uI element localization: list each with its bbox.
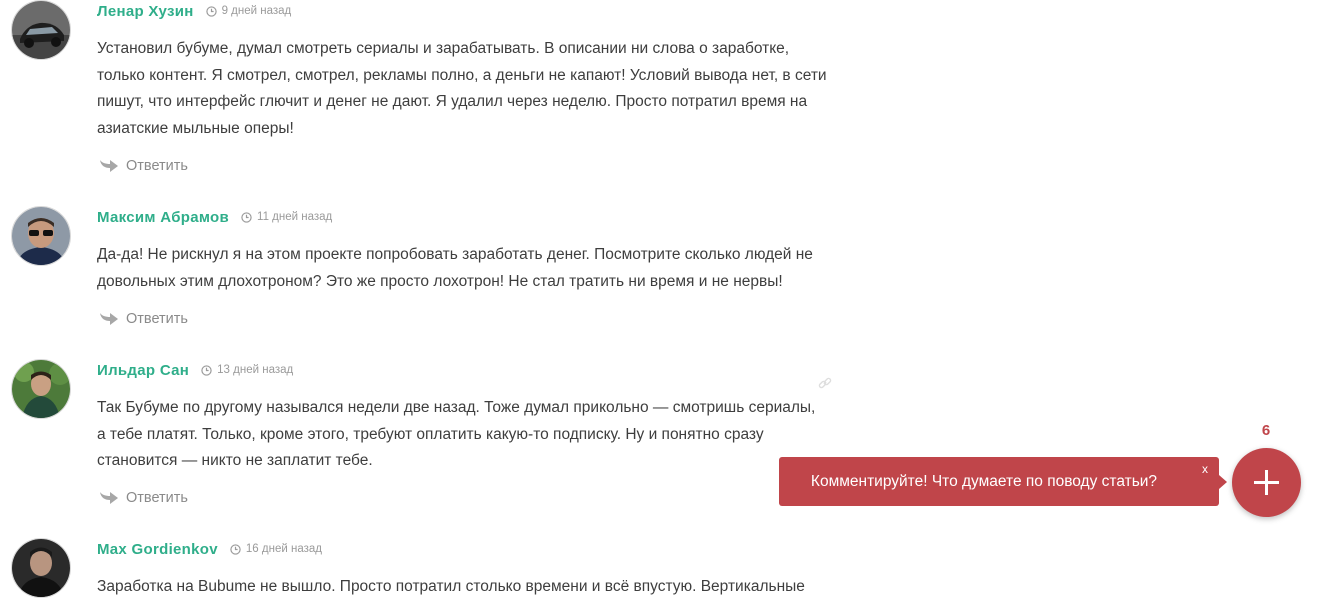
avatar[interactable]: [11, 538, 71, 598]
comment-prompt-text: Комментируйте! Что думаете по поводу ста…: [810, 473, 1158, 490]
comment-text: Да-да! Не рискнул я на этом проекте попр…: [97, 246, 813, 290]
comments-page: Ленар Хузин 9 дней назад Установил бубум…: [0, 0, 1328, 604]
comment-text: Так Бубуме по другому назывался недели д…: [97, 399, 816, 469]
plus-icon: [1254, 470, 1279, 495]
comment-text: Заработка на Bubume не вышло. Просто пот…: [97, 578, 805, 595]
clock-icon: [201, 364, 212, 376]
reply-button[interactable]: Ответить: [99, 311, 188, 327]
comment-item: Ильдар Сан 13 дней назад Так Бубуме по д…: [0, 359, 840, 529]
avatar[interactable]: [11, 206, 71, 266]
comment-meta: Максим Абрамов 11 дней назад: [97, 206, 332, 228]
reply-label: Ответить: [126, 158, 188, 174]
clock-icon: [230, 543, 241, 555]
comment-date: 11 дней назад: [257, 211, 333, 223]
link-icon[interactable]: [818, 376, 832, 390]
avatar-image-man-glasses: [12, 207, 70, 265]
comment-date: 13 дней назад: [217, 364, 294, 376]
comment-meta: Ленар Хузин 9 дней назад: [97, 0, 291, 22]
reply-label: Ответить: [126, 490, 188, 506]
reply-arrow-icon: [100, 492, 118, 504]
avatar-image-car: [12, 1, 70, 59]
comment-date: 9 дней назад: [221, 5, 292, 17]
reply-arrow-icon: [100, 313, 118, 325]
add-comment-button[interactable]: [1232, 448, 1301, 517]
reply-button[interactable]: Ответить: [99, 158, 188, 174]
comment-author[interactable]: Ильдар Сан: [97, 362, 189, 379]
comment-author[interactable]: Ленар Хузин: [97, 3, 194, 20]
clock-icon: [241, 211, 252, 223]
close-tooltip-button[interactable]: x: [1202, 462, 1208, 476]
reply-label: Ответить: [126, 311, 188, 327]
avatar-image-man-outdoors: [12, 360, 70, 418]
comment-prompt-tooltip[interactable]: Комментируйте! Что думаете по поводу ста…: [779, 457, 1227, 506]
comment-item: Ленар Хузин 9 дней назад Установил бубум…: [0, 0, 840, 190]
comment-author[interactable]: Max Gordienkov: [97, 541, 218, 558]
avatar-image-man-dark: [12, 539, 70, 597]
comment-date: 16 дней назад: [245, 543, 322, 555]
comment-item: Max Gordienkov 16 дней назад Заработка н…: [0, 538, 840, 604]
reply-arrow-icon: [100, 160, 118, 172]
clock-icon: [205, 5, 217, 17]
comment-item: Максим Абрамов 11 дней назад Да-да! Не р…: [0, 206, 840, 346]
comment-meta: Max Gordienkov 16 дней назад: [97, 538, 322, 560]
comment-count-badge: 6: [1261, 422, 1271, 439]
avatar[interactable]: [11, 0, 71, 60]
comment-author[interactable]: Максим Абрамов: [97, 209, 229, 226]
reply-button[interactable]: Ответить: [99, 490, 188, 506]
comment-meta: Ильдар Сан 13 дней назад: [97, 359, 293, 381]
comment-text: Установил бубуме, думал смотреть сериалы…: [97, 40, 827, 137]
avatar[interactable]: [11, 359, 71, 419]
